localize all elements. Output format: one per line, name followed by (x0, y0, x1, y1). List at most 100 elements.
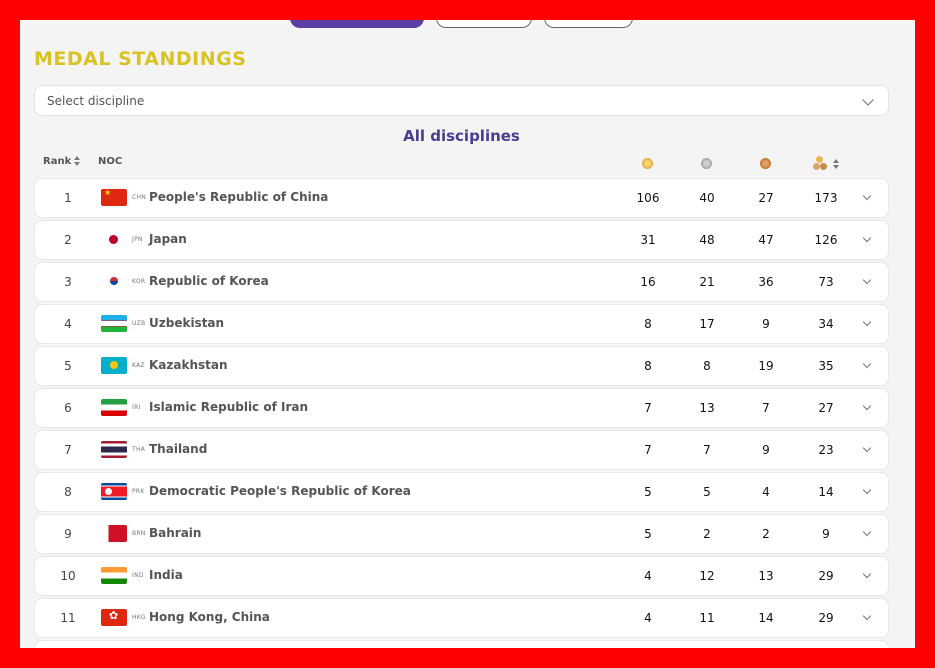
table-row[interactable]: 3 KOR Republic of Korea 16 21 36 73 (34, 262, 889, 302)
gold-count: 16 (640, 275, 656, 289)
page-title: MEDAL STANDINGS (34, 48, 247, 70)
country-name: People's Republic of China (149, 190, 329, 204)
total-count: 29 (818, 611, 834, 625)
gold-count: 31 (640, 233, 656, 247)
tab-active[interactable] (290, 20, 424, 28)
bronze-count: 13 (758, 569, 774, 583)
table-row[interactable]: 8 PRK Democratic People's Republic of Ko… (34, 472, 889, 512)
gold-count: 106 (636, 191, 660, 205)
bronze-medal-icon (760, 158, 771, 169)
flag-icon (101, 609, 127, 626)
country-name: Thailand (149, 442, 208, 456)
country-name: Japan (149, 232, 187, 246)
table-row[interactable]: 11 HKG Hong Kong, China 4 11 14 29 (34, 598, 889, 638)
discipline-select-placeholder: Select discipline (47, 94, 145, 108)
rank-cell: 1 (64, 191, 72, 205)
chevron-down-icon[interactable] (862, 233, 872, 243)
total-count: 29 (818, 569, 834, 583)
chevron-down-icon[interactable] (862, 359, 872, 369)
silver-count: 17 (699, 317, 715, 331)
noc-code: IND (132, 572, 144, 579)
noc-code: THA (132, 446, 146, 453)
rank-cell: 2 (64, 233, 72, 247)
rank-cell: 7 (64, 443, 72, 457)
table-row[interactable]: 9 BRN Bahrain 5 2 2 9 (34, 514, 889, 554)
flag-icon (101, 189, 127, 206)
noc-code: HKG (132, 614, 146, 621)
silver-count: 48 (699, 233, 715, 247)
table-row[interactable] (34, 640, 889, 648)
table-row[interactable]: 4 UZB Uzbekistan 8 17 9 34 (34, 304, 889, 344)
total-count: 23 (818, 443, 834, 457)
noc-code: PRK (132, 488, 145, 495)
table-row[interactable]: 1 CHN People's Republic of China 106 40 … (34, 178, 889, 218)
table-row[interactable]: 6 IRI Islamic Republic of Iran 7 13 7 27 (34, 388, 889, 428)
total-count: 73 (818, 275, 834, 289)
chevron-down-icon[interactable] (862, 569, 872, 579)
bronze-count: 4 (762, 485, 770, 499)
rank-cell: 11 (60, 611, 76, 625)
noc-code: KOR (132, 278, 146, 285)
country-name: Bahrain (149, 526, 202, 540)
country-name: Islamic Republic of Iran (149, 400, 309, 414)
gold-count: 7 (644, 443, 652, 457)
chevron-down-icon[interactable] (862, 317, 872, 327)
flag-icon (101, 483, 127, 500)
table-row[interactable]: 2 JPN Japan 31 48 47 126 (34, 220, 889, 260)
total-count: 126 (814, 233, 838, 247)
gold-medal-icon (642, 158, 653, 169)
gold-count: 4 (644, 611, 652, 625)
discipline-subtitle: All disciplines (403, 127, 520, 145)
country-name: Republic of Korea (149, 274, 269, 288)
gold-count: 8 (644, 359, 652, 373)
flag-icon (101, 525, 127, 542)
table-row[interactable]: 10 IND India 4 12 13 29 (34, 556, 889, 596)
silver-count: 8 (703, 359, 711, 373)
flag-icon (101, 399, 127, 416)
rank-cell: 10 (60, 569, 76, 583)
tab-second[interactable] (436, 20, 532, 28)
tab-third[interactable] (544, 20, 633, 28)
chevron-down-icon[interactable] (862, 275, 872, 285)
noc-code: KAZ (132, 362, 145, 369)
noc-header: NOC (98, 156, 123, 167)
rank-cell: 9 (64, 527, 72, 541)
chevron-down-icon[interactable] (862, 401, 872, 411)
flag-icon (101, 441, 127, 458)
total-count: 14 (818, 485, 834, 499)
discipline-select[interactable]: Select discipline (34, 85, 889, 116)
bronze-count: 2 (762, 527, 770, 541)
chevron-down-icon[interactable] (862, 527, 872, 537)
flag-icon (101, 567, 127, 584)
chevron-down-icon[interactable] (862, 485, 872, 495)
bronze-count: 7 (762, 401, 770, 415)
bronze-count: 9 (762, 317, 770, 331)
bronze-count: 47 (758, 233, 774, 247)
rank-cell: 3 (64, 275, 72, 289)
table-row[interactable]: 5 KAZ Kazakhstan 8 8 19 35 (34, 346, 889, 386)
total-count: 35 (818, 359, 834, 373)
silver-count: 11 (699, 611, 715, 625)
rank-header[interactable]: Rank (43, 156, 81, 167)
medal-standings-panel: MEDAL STANDINGS Select discipline All di… (20, 20, 915, 648)
chevron-down-icon[interactable] (862, 191, 872, 201)
noc-code: UZB (132, 320, 146, 327)
bronze-count: 19 (758, 359, 774, 373)
silver-count: 12 (699, 569, 715, 583)
total-medals-icon (813, 156, 829, 170)
flag-icon (101, 273, 127, 290)
chevron-down-icon[interactable] (862, 443, 872, 453)
country-name: Democratic People's Republic of Korea (149, 484, 411, 498)
rank-cell: 6 (64, 401, 72, 415)
silver-count: 7 (703, 443, 711, 457)
country-name: India (149, 568, 183, 582)
silver-count: 5 (703, 485, 711, 499)
chevron-down-icon (862, 94, 874, 106)
total-count: 27 (818, 401, 834, 415)
table-row[interactable]: 7 THA Thailand 7 7 9 23 (34, 430, 889, 470)
flag-icon (101, 231, 127, 248)
sort-icon[interactable] (833, 159, 839, 169)
total-count: 34 (818, 317, 834, 331)
silver-count: 2 (703, 527, 711, 541)
chevron-down-icon[interactable] (862, 611, 872, 621)
